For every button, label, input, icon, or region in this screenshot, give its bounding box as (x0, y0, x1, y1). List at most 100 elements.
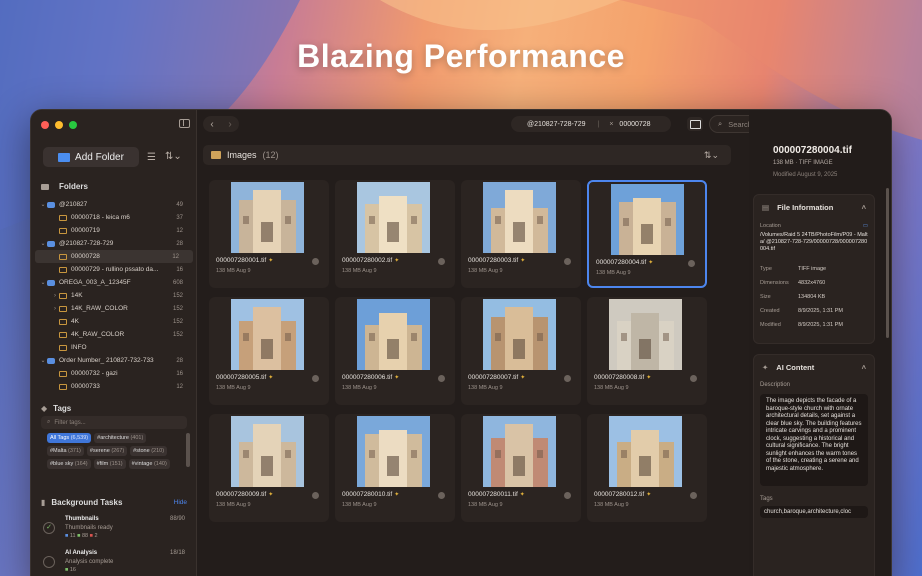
image-thumbnail[interactable] (609, 416, 682, 487)
more-options-icon[interactable] (438, 258, 445, 265)
image-thumbnail[interactable] (357, 182, 430, 253)
image-meta: 138 MB Aug 9 (216, 502, 251, 508)
more-options-icon[interactable] (690, 375, 697, 382)
image-meta: 138 MB Aug 9 (468, 502, 503, 508)
tree-item[interactable]: 00000732 - gazi 16 (31, 367, 197, 380)
file-information-header[interactable]: ▤ File Information ˄ (754, 195, 874, 220)
tags-scrollbar[interactable] (186, 433, 190, 467)
image-thumbnail[interactable] (483, 182, 556, 253)
image-thumbnail[interactable] (231, 299, 304, 370)
tree-item[interactable]: INFO (31, 341, 197, 354)
more-options-icon[interactable] (438, 375, 445, 382)
image-thumbnail[interactable] (231, 416, 304, 487)
tag-chip[interactable]: #architecture (401) (94, 433, 147, 443)
tree-item[interactable]: 00000719 12 (31, 224, 197, 237)
tree-item[interactable]: 00000728 12 (35, 250, 193, 263)
image-card[interactable]: 000007280010.tif ✦ 138 MB Aug 9 (335, 414, 455, 522)
description-field[interactable]: The image depicts the facade of a baroqu… (760, 394, 868, 486)
chevron-icon[interactable]: ⌄ (39, 279, 47, 286)
image-filename: 000007280008.tif ✦ (594, 374, 652, 381)
more-options-icon[interactable] (312, 258, 319, 265)
chevron-icon[interactable]: › (51, 293, 59, 299)
image-thumbnail[interactable] (611, 184, 684, 255)
tree-item-count: 16 (176, 266, 183, 273)
image-thumbnail[interactable] (357, 299, 430, 370)
image-thumbnail[interactable] (609, 299, 682, 370)
more-options-icon[interactable] (438, 492, 445, 499)
hide-tasks-button[interactable]: Hide (174, 499, 187, 506)
image-card[interactable]: 000007280002.tif ✦ 138 MB Aug 9 (335, 180, 455, 288)
tree-item[interactable]: 00000733 12 (31, 380, 197, 393)
image-card[interactable]: 000007280001.tif ✦ 138 MB Aug 9 (209, 180, 329, 288)
chevron-icon[interactable]: ⌄ (39, 240, 47, 247)
more-options-icon[interactable] (312, 492, 319, 499)
close-tab-icon[interactable]: × (609, 121, 613, 128)
image-card[interactable]: 000007280012.tif ✦ 138 MB Aug 9 (587, 414, 707, 522)
image-card[interactable]: 000007280003.tif ✦ 138 MB Aug 9 (461, 180, 581, 288)
tree-item[interactable]: 00000729 - rullino pssato da... 16 (31, 263, 197, 276)
tag-chip[interactable]: #vintage (140) (128, 459, 170, 469)
forward-icon[interactable]: › (228, 119, 231, 130)
ai-content-header[interactable]: ✦ AI Content ˄ (754, 355, 874, 380)
chevron-up-icon[interactable]: ˄ (862, 363, 866, 372)
more-options-icon[interactable] (688, 260, 695, 267)
image-thumbnail[interactable] (483, 299, 556, 370)
image-card[interactable]: 000007280008.tif ✦ 138 MB Aug 9 (587, 297, 707, 405)
image-thumbnail[interactable] (357, 416, 430, 487)
sort-icon[interactable]: ⇅⌄ (165, 151, 182, 162)
chevron-icon[interactable]: › (51, 306, 59, 312)
tree-item[interactable]: 4K_RAW_COLOR 152 (31, 328, 197, 341)
tag-chip[interactable]: #blue sky (164) (47, 459, 91, 469)
tag-chip[interactable]: #serene (267) (86, 446, 128, 456)
more-options-icon[interactable] (564, 492, 571, 499)
tree-item-count: 12 (176, 383, 183, 390)
tree-item[interactable]: ⌄ @210827-728-729 28 (31, 237, 197, 250)
more-options-icon[interactable] (564, 375, 571, 382)
image-thumbnail[interactable] (231, 182, 304, 253)
more-options-icon[interactable] (564, 258, 571, 265)
minimize-window-button[interactable] (55, 121, 63, 129)
inspector-scrollbar[interactable] (886, 188, 889, 338)
close-window-button[interactable] (41, 121, 49, 129)
tag-chip[interactable]: #film (151) (93, 459, 126, 469)
more-options-icon[interactable] (690, 492, 697, 499)
tree-item[interactable]: 4K 152 (31, 315, 197, 328)
image-card[interactable]: 000007280011.tif ✦ 138 MB Aug 9 (461, 414, 581, 522)
file-info-rows: Type TIFF image Dimensions 4832x4760 Size 134… (754, 262, 874, 332)
tree-item[interactable]: ⌄ OREGA_003_A_12345F 608 (31, 276, 197, 289)
tree-item[interactable]: › 14K 152 (31, 289, 197, 302)
image-card[interactable]: 000007280004.tif ✦ 138 MB Aug 9 (587, 180, 707, 288)
image-card[interactable]: 000007280005.tif ✦ 138 MB Aug 9 (209, 297, 329, 405)
image-card[interactable]: 000007280007.tif ✦ 138 MB Aug 9 (461, 297, 581, 405)
tags-filter-input[interactable]: ⌕ Filter tags... (41, 416, 187, 429)
tag-chip[interactable]: All Tags (6,539) (47, 433, 92, 443)
tree-item[interactable]: › 14K_RAW_COLOR 152 (31, 302, 197, 315)
tag-chip[interactable]: #stone (210) (130, 446, 168, 456)
tab-folder-parent[interactable]: @210827-728-729 (527, 121, 586, 128)
tree-item[interactable]: ⌄ @210827 49 (31, 198, 197, 211)
inspector-toggle-icon[interactable] (687, 117, 703, 131)
more-options-icon[interactable] (312, 375, 319, 382)
image-card[interactable]: 000007280009.tif ✦ 138 MB Aug 9 (209, 414, 329, 522)
list-view-icon[interactable]: ☰ (147, 152, 156, 163)
drive-icon (47, 357, 55, 364)
tags-field[interactable]: church,baroque,architecture,cloc (760, 506, 868, 518)
folder-icon (59, 370, 67, 377)
zoom-window-button[interactable] (69, 121, 77, 129)
chevron-icon[interactable]: ⌄ (39, 201, 47, 208)
chevron-up-icon[interactable]: ˄ (862, 203, 866, 212)
image-thumbnail[interactable] (483, 416, 556, 487)
sort-icon[interactable]: ⇅⌄ (704, 150, 719, 161)
folder-icon[interactable]: ▭ (863, 223, 868, 229)
image-card[interactable]: 000007280006.tif ✦ 138 MB Aug 9 (335, 297, 455, 405)
tree-item[interactable]: 00000718 - leica m6 37 (31, 211, 197, 224)
sparkle-icon: ✦ (646, 492, 652, 498)
back-icon[interactable]: ‹ (210, 119, 213, 130)
chevron-icon[interactable]: ⌄ (39, 357, 47, 364)
tab-folder-current[interactable]: 00000728 (619, 121, 650, 128)
sidebar-toggle-icon[interactable] (179, 119, 190, 128)
tree-item[interactable]: ⌄ Order Number_ 210827-732-733 28 (31, 354, 197, 367)
tree-item-count: 49 (176, 201, 183, 208)
tag-chip[interactable]: #Malta (371) (47, 446, 84, 456)
add-folder-button[interactable]: Add Folder (43, 147, 139, 167)
